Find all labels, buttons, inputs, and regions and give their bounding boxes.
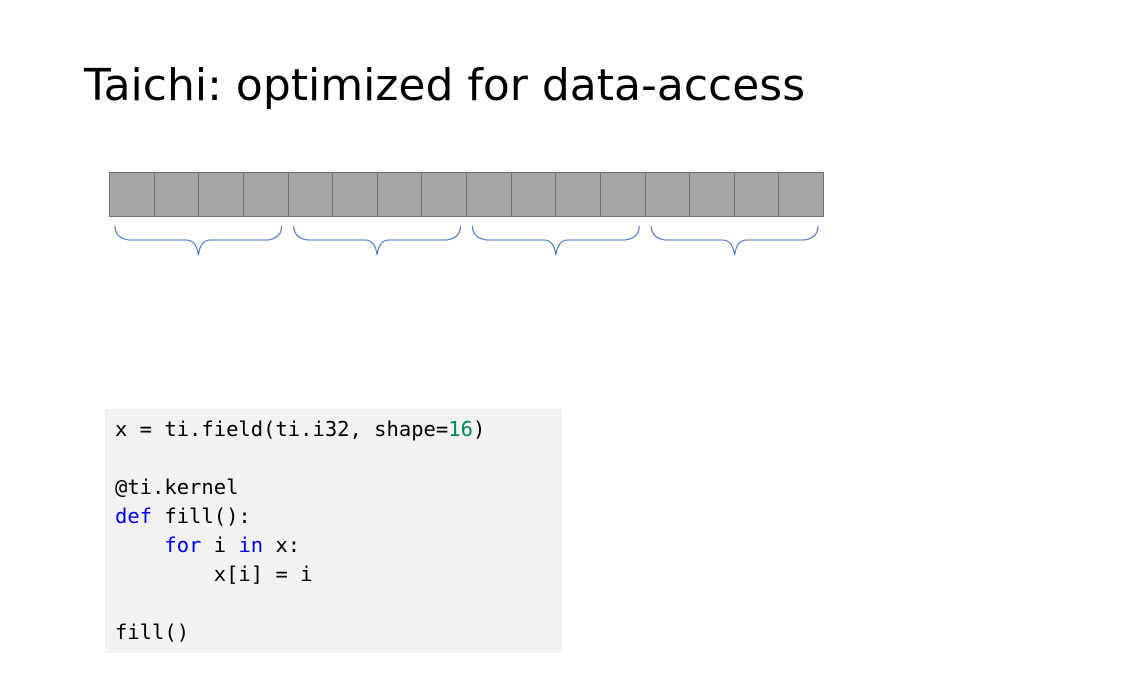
array-cell — [779, 173, 823, 216]
code-line-for: for i in x: — [115, 531, 300, 559]
field-array — [109, 172, 824, 217]
array-cell — [422, 173, 467, 216]
array-cell — [511, 173, 557, 216]
array-cell — [333, 173, 378, 216]
code-block: x = ti.field(ti.i32, shape=16) @ti.kerne… — [105, 409, 562, 653]
code-number: 16 — [448, 417, 473, 441]
array-cell — [154, 173, 200, 216]
array-cell — [243, 173, 289, 216]
array-cell — [377, 173, 423, 216]
group-braces — [114, 225, 819, 256]
group-brace — [650, 225, 819, 256]
code-keyword: for — [164, 533, 202, 557]
code-token: x: — [263, 533, 301, 557]
group-brace — [471, 225, 640, 256]
code-token: i — [201, 533, 239, 557]
array-cell — [556, 173, 601, 216]
slide-title: Taichi: optimized for data-access — [84, 60, 806, 111]
code-keyword: in — [238, 533, 264, 557]
code-line-assign: x[i] = i — [115, 562, 313, 586]
array-cell — [645, 173, 691, 216]
code-line-decorator: @ti.kernel — [115, 475, 239, 499]
group-brace — [293, 225, 462, 256]
array-cell — [600, 173, 646, 216]
code-keyword: def — [115, 504, 153, 528]
array-cell — [467, 173, 512, 216]
array-cell — [690, 173, 735, 216]
array-cell — [110, 173, 155, 216]
array-cell — [288, 173, 334, 216]
code-line-call: fill() — [115, 620, 190, 644]
code-token: ) — [472, 417, 486, 441]
group-brace — [114, 225, 283, 256]
code-line-field: x = ti.field(ti.i32, shape=16) — [115, 415, 485, 443]
array-cell — [199, 173, 244, 216]
array-cell — [734, 173, 780, 216]
code-line-def: def fill(): — [115, 502, 251, 530]
code-token: x = ti.field(ti.i32, shape= — [115, 417, 449, 441]
code-token: fill(): — [152, 504, 251, 528]
